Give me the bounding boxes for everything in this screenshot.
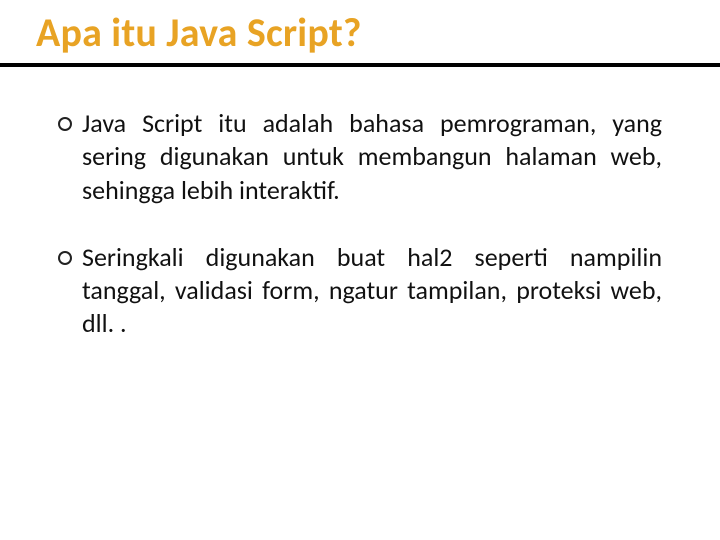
title-area: Apa itu Java Script?: [0, 0, 720, 63]
circle-bullet-icon: [58, 251, 72, 265]
circle-bullet-icon: [58, 117, 72, 131]
bullet-text: Java Script itu adalah bahasa pemrograma…: [82, 107, 662, 207]
slide-title: Apa itu Java Script?: [36, 8, 684, 63]
slide: Apa itu Java Script? Java Script itu ada…: [0, 0, 720, 540]
bullet-text: Seringkali digunakan buat hal2 seperti n…: [82, 241, 662, 341]
title-rule: [0, 63, 720, 67]
content-area: Java Script itu adalah bahasa pemrograma…: [0, 107, 720, 341]
list-item: Seringkali digunakan buat hal2 seperti n…: [58, 241, 662, 341]
list-item: Java Script itu adalah bahasa pemrograma…: [58, 107, 662, 207]
